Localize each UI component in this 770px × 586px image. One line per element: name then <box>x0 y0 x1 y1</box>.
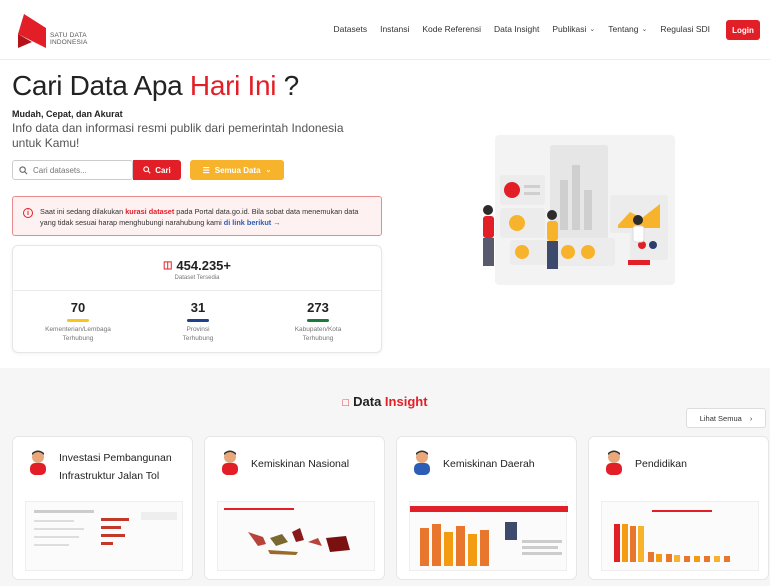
nav-item-label: Tentang <box>608 24 639 34</box>
nav-item-regulasi-sdi[interactable]: Regulasi SDI <box>660 24 710 34</box>
card-title: Kemiskinan Nasional <box>251 458 350 470</box>
data-filter-dropdown[interactable]: ☰ Semua Data ⌄ <box>190 160 284 180</box>
alert-link[interactable]: di link berikut → <box>224 218 281 227</box>
hero-illustration <box>483 135 675 285</box>
stat-kabupaten: 273 Kabupaten/Kota Terhubung <box>263 300 373 343</box>
search-icon <box>143 166 151 174</box>
list-icon: ☰ <box>202 165 210 175</box>
nav-item-kode-referensi[interactable]: Kode Referensi <box>422 24 481 34</box>
stat-provinsi: 31 Provinsi Terhubung <box>143 300 253 343</box>
thumbnail-map-icon <box>224 508 350 555</box>
logo-mark-icon <box>18 14 46 48</box>
nav-item-label: Kode Referensi <box>422 24 481 34</box>
title-highlight: Hari Ini <box>189 70 277 101</box>
hero-subtitle: Mudah, Cepat, dan Akurat <box>12 109 123 119</box>
nav-item-label: Instansi <box>380 24 410 34</box>
logo-line2: INDONESIA <box>50 39 88 46</box>
stat-value: 70 <box>70 300 86 315</box>
total-label: Dataset Tersedia <box>174 275 220 281</box>
thumbnail-chart-icon <box>34 510 177 546</box>
stat-color-bar <box>67 319 89 322</box>
see-all-label: Lihat Semua <box>699 413 742 423</box>
stat-color-bar <box>187 319 209 322</box>
nav-item-label: Regulasi SDI <box>660 24 710 34</box>
card-title: Pendidikan <box>635 458 687 470</box>
nav-item-data-insight[interactable]: Data Insight <box>494 24 539 34</box>
nav-item-label: Datasets <box>333 24 368 34</box>
stat-value: 273 <box>307 300 329 315</box>
card-title: Investasi Pembangunan Infrastruktur Jala… <box>59 452 172 482</box>
data-insight-section: □ Data Insight Lihat Semua › Investasi Pe… <box>0 368 770 586</box>
insight-title-prefix: Data <box>353 394 385 409</box>
insight-section-title: □ Data Insight <box>0 394 770 409</box>
database-icon: ◫ <box>162 260 173 271</box>
chart-icon: □ <box>342 397 350 409</box>
alert-text: Saat ini sedang dilakukan kurasi dataset… <box>40 206 375 228</box>
info-icon: i <box>23 208 33 218</box>
person-avatar-icon <box>222 450 238 475</box>
insight-card-investasi[interactable]: Investasi Pembangunan Infrastruktur Jala… <box>12 436 193 580</box>
chevron-down-icon: ⌄ <box>589 26 596 33</box>
logo-line1: SATU DATA <box>50 32 87 39</box>
insight-card-kemiskinan-nasional[interactable]: Kemiskinan Nasional <box>204 436 385 580</box>
chevron-down-icon: ⌄ <box>641 26 648 33</box>
chevron-down-icon: ⌄ <box>265 167 272 174</box>
nav-item-datasets[interactable]: Datasets <box>334 24 368 34</box>
total-value: 454.235+ <box>176 258 232 273</box>
card-title: Kemiskinan Daerah <box>443 458 535 470</box>
total-datasets: ◫ 454.235+ <box>163 258 231 273</box>
nav-item-tentang[interactable]: Tentang ⌄ <box>608 24 647 34</box>
insight-card-kemiskinan-daerah[interactable]: Kemiskinan Daerah <box>396 436 577 580</box>
nav-item-publikasi[interactable]: Publikasi ⌄ <box>552 24 595 34</box>
person-avatar-icon <box>606 450 622 475</box>
chevron-right-icon: › <box>749 413 753 423</box>
card-thumbnail <box>217 501 375 571</box>
stat-kementerian: 70 Kementerian/Lembaga Terhubung <box>23 300 133 343</box>
alert-text-before: Saat ini sedang dilakukan <box>40 207 126 216</box>
card-thumbnail <box>409 501 568 571</box>
login-button[interactable]: Login <box>726 20 760 40</box>
person-avatar-icon <box>414 450 430 475</box>
main-nav: Datasets Instansi Kode Referensi Data In… <box>334 24 710 34</box>
stat-value: 31 <box>190 300 206 315</box>
logo-text: SATU DATA INDONESIA <box>50 32 106 46</box>
stats-divider <box>13 290 381 291</box>
stats-card: ◫ 454.235+ Dataset Tersedia 70 Kementeri… <box>12 245 382 353</box>
insight-title-highlight: Insight <box>384 394 428 409</box>
nav-item-label: Data Insight <box>493 24 540 34</box>
site-logo[interactable]: SATU DATA INDONESIA <box>18 12 108 50</box>
stats-total: ◫ 454.235+ Dataset Tersedia <box>13 255 381 281</box>
stat-color-bar <box>307 319 329 322</box>
stat-label: Kabupaten/Kota Terhubung <box>294 326 342 342</box>
hero-description: Info data dan informasi resmi publik dar… <box>12 121 344 150</box>
stat-label: Provinsi Terhubung <box>182 326 214 342</box>
search-input[interactable] <box>33 165 128 175</box>
search-button-label: Cari <box>155 165 171 175</box>
filter-label: Semua Data <box>214 165 261 175</box>
search-button[interactable]: Cari <box>133 160 181 180</box>
title-end: ? <box>276 70 300 101</box>
search-box <box>12 160 133 180</box>
thumbnail-bar-chart-icon <box>410 506 568 566</box>
title-main: Cari Data Apa <box>12 70 190 101</box>
see-all-button[interactable]: Lihat Semua › <box>686 408 766 428</box>
thumbnail-bar-chart-icon <box>614 510 730 562</box>
insight-card-pendidikan[interactable]: Pendidikan <box>588 436 769 580</box>
nav-item-label: Publikasi <box>552 24 587 34</box>
alert-highlight: kurasi dataset <box>125 207 175 216</box>
card-thumbnail <box>601 501 759 571</box>
card-thumbnail <box>25 501 183 571</box>
curation-alert: i Saat ini sedang dilakukan kurasi datas… <box>12 196 382 236</box>
person-avatar-icon <box>30 450 46 475</box>
search-icon <box>19 165 28 175</box>
page-title: Cari Data Apa Hari Ini ? <box>12 70 299 102</box>
stat-label: Kementerian/Lembaga Terhubung <box>45 326 111 342</box>
navbar: SATU DATA INDONESIA Datasets Instansi Ko… <box>0 0 770 60</box>
nav-item-instansi[interactable]: Instansi <box>380 24 409 34</box>
